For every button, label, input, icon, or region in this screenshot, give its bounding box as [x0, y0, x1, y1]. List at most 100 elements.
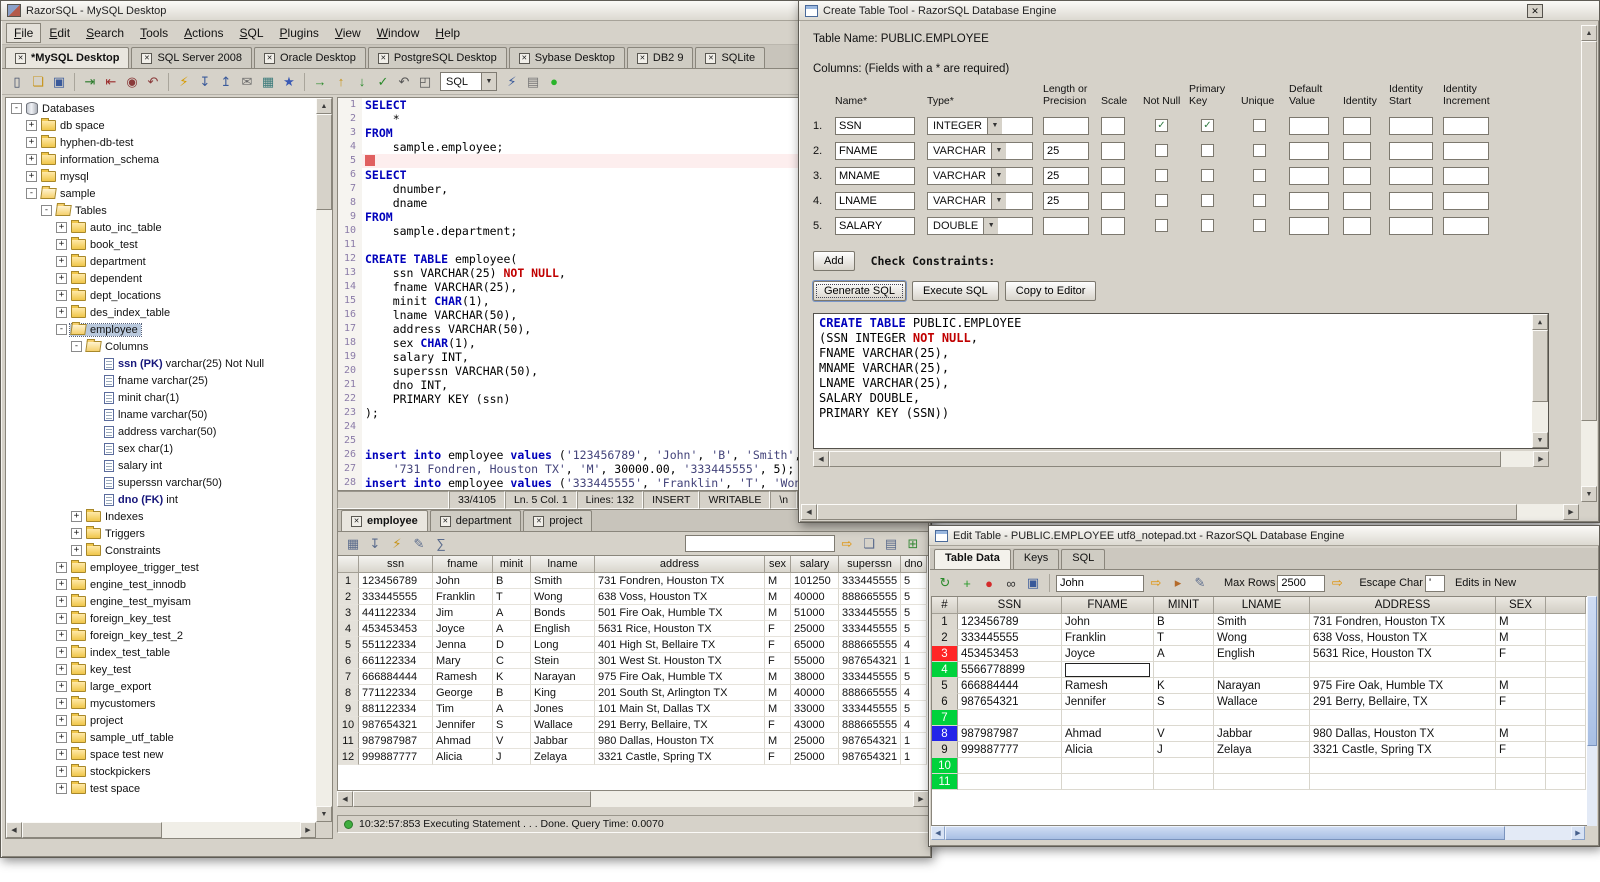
type-dropdown-icon[interactable]: ▼ — [990, 192, 1006, 209]
save-icon[interactable]: ▣ — [49, 72, 69, 92]
expand-icon[interactable]: + — [56, 647, 67, 658]
menu-actions[interactable]: Actions — [176, 23, 231, 43]
edit-cell[interactable]: Joyce — [1062, 646, 1154, 662]
edit-row[interactable]: 9 999887777 Alicia J Zelaya 3321 Castle, Spri… — [932, 742, 1588, 758]
tree-item[interactable]: - employee — [7, 321, 315, 338]
tab-keys[interactable]: Keys — [1012, 549, 1060, 569]
primary-key-checkbox[interactable]: ✓ — [1201, 119, 1214, 132]
collapse-icon[interactable]: - — [41, 205, 52, 216]
column-name-input[interactable] — [835, 141, 915, 160]
tree-item[interactable]: + foreign_key_test_2 — [7, 627, 315, 644]
connection-tab-postgresql-desktop[interactable]: ✕ PostgreSQL Desktop — [367, 47, 507, 68]
favorites-icon[interactable]: ★ — [279, 72, 299, 92]
edit-cell[interactable] — [1154, 710, 1214, 726]
edit-cell[interactable] — [1214, 774, 1310, 790]
notes-icon[interactable]: ▤ — [523, 72, 543, 92]
edit-cell[interactable] — [1062, 710, 1154, 726]
results-row[interactable]: 8 771122334 George B King 201 South St, Arlin… — [338, 685, 928, 701]
edit-column-header[interactable]: SSN — [958, 597, 1062, 614]
check-syntax-icon[interactable]: ✓ — [373, 72, 393, 92]
sql-statement-combo[interactable]: SQL ▼ — [440, 72, 497, 91]
close-tab-icon[interactable]: ✕ — [636, 52, 648, 64]
export-table-icon[interactable]: ↧ — [195, 72, 215, 92]
scroll-down-icon[interactable]: ▼ — [1532, 432, 1548, 448]
expand-icon[interactable]: + — [71, 511, 82, 522]
results-column-header[interactable]: sex — [765, 556, 791, 573]
sql-scrollbar-thumb[interactable] — [1532, 330, 1548, 402]
unique-checkbox[interactable] — [1253, 194, 1266, 207]
tree-item[interactable]: + engine_test_innodb — [7, 576, 315, 593]
edit-row[interactable]: 3 453453453 Joyce A English 5631 Rice, Housto… — [932, 646, 1588, 662]
column-name-input[interactable] — [835, 166, 915, 185]
length-input[interactable] — [1043, 216, 1089, 235]
results-row[interactable]: 2 333445555 Franklin T Wong 638 Voss, Houston… — [338, 589, 928, 605]
tree-item[interactable]: + employee_trigger_test — [7, 559, 315, 576]
column-type-select[interactable]: INTEGER ▼ — [927, 116, 1033, 135]
not-null-checkbox[interactable] — [1155, 194, 1168, 207]
main-titlebar[interactable]: RazorSQL - MySQL Desktop — [1, 1, 931, 21]
expand-icon[interactable]: + — [26, 137, 37, 148]
edit-cell[interactable]: 453453453 — [958, 646, 1062, 662]
identity-increment-input[interactable] — [1443, 116, 1489, 135]
edit-row[interactable]: 11 — [932, 774, 1588, 790]
collapse-icon[interactable]: - — [11, 103, 22, 114]
edit-cell[interactable]: Wong — [1214, 630, 1310, 646]
results-filter-input[interactable] — [685, 535, 835, 552]
scale-input[interactable] — [1101, 116, 1125, 135]
edit-cell[interactable]: 123456789 — [958, 614, 1062, 630]
scrollbar-track[interactable] — [1517, 504, 1563, 520]
edit-cell[interactable]: M — [1496, 630, 1546, 646]
expand-icon[interactable]: + — [26, 171, 37, 182]
menu-tools[interactable]: Tools — [132, 23, 176, 43]
connection-status-icon[interactable]: ⚡ — [502, 72, 522, 92]
tree-item[interactable]: + foreign_key_test — [7, 610, 315, 627]
scrollbar-track[interactable] — [1587, 746, 1597, 826]
expand-icon[interactable]: + — [56, 783, 67, 794]
tree-item[interactable]: + space test new — [7, 746, 315, 763]
edit-cell[interactable]: F — [1496, 742, 1546, 758]
edit-column-header[interactable]: SEX — [1496, 597, 1546, 614]
edit-cell-icon[interactable]: ✎ — [1190, 573, 1210, 593]
tab-sql[interactable]: SQL — [1061, 549, 1106, 569]
identity-start-input[interactable] — [1389, 216, 1433, 235]
edit-column-header[interactable]: FNAME — [1062, 597, 1154, 614]
apply-max-rows-icon[interactable]: ⇨ — [1327, 573, 1347, 593]
expand-icon[interactable]: + — [56, 698, 67, 709]
tree-scrollbar-thumb[interactable] — [316, 114, 332, 210]
expand-icon[interactable]: + — [56, 596, 67, 607]
expand-icon[interactable]: + — [56, 681, 67, 692]
aggregate-results-icon[interactable]: ∑ — [431, 534, 451, 554]
tree-item[interactable]: + dependent — [7, 270, 315, 287]
scrollbar-track[interactable] — [162, 822, 300, 838]
edit-row[interactable]: 4 5566778899 — [932, 662, 1588, 678]
edit-cell[interactable]: Zelaya — [1214, 742, 1310, 758]
edit-cell[interactable] — [1310, 710, 1496, 726]
edit-cell[interactable] — [1310, 758, 1496, 774]
edit-row[interactable]: 1 123456789 John B Smith 731 Fondren, Houston… — [932, 614, 1588, 630]
expand-icon[interactable]: + — [56, 664, 67, 675]
unique-checkbox[interactable] — [1253, 219, 1266, 232]
expand-icon[interactable]: + — [56, 579, 67, 590]
tree-item[interactable]: + key_test — [7, 661, 315, 678]
length-input[interactable] — [1043, 166, 1089, 185]
tree-item[interactable]: + sample_utf_table — [7, 729, 315, 746]
not-null-checkbox[interactable] — [1155, 219, 1168, 232]
results-column-header[interactable]: fname — [433, 556, 493, 573]
close-tab-icon[interactable]: ✕ — [15, 52, 26, 64]
escape-char-input[interactable] — [1424, 574, 1445, 592]
scroll-right-icon[interactable]: ▶ — [913, 791, 929, 807]
window-hscrollbar-thumb[interactable] — [817, 504, 1517, 520]
primary-key-checkbox[interactable] — [1201, 194, 1214, 207]
tree-item[interactable]: lname varchar(50) — [7, 406, 315, 423]
results-column-header[interactable]: dno — [901, 556, 927, 573]
edit-cell[interactable]: M — [1496, 614, 1546, 630]
close-tab-icon[interactable]: ✕ — [705, 52, 717, 64]
view-grid-icon[interactable]: ▦ — [343, 534, 363, 554]
edit-column-header[interactable]: LNAME — [1214, 597, 1310, 614]
results-row[interactable]: 1 123456789 John B Smith 731 Fondren, Houston… — [338, 573, 928, 589]
tree-item[interactable]: sex char(1) — [7, 440, 315, 457]
edit-cell[interactable]: 333445555 — [958, 630, 1062, 646]
tree-item[interactable]: + large_export — [7, 678, 315, 695]
tab-table-data[interactable]: Table Data — [934, 549, 1011, 569]
refresh-data-icon[interactable]: ↻ — [935, 573, 955, 593]
